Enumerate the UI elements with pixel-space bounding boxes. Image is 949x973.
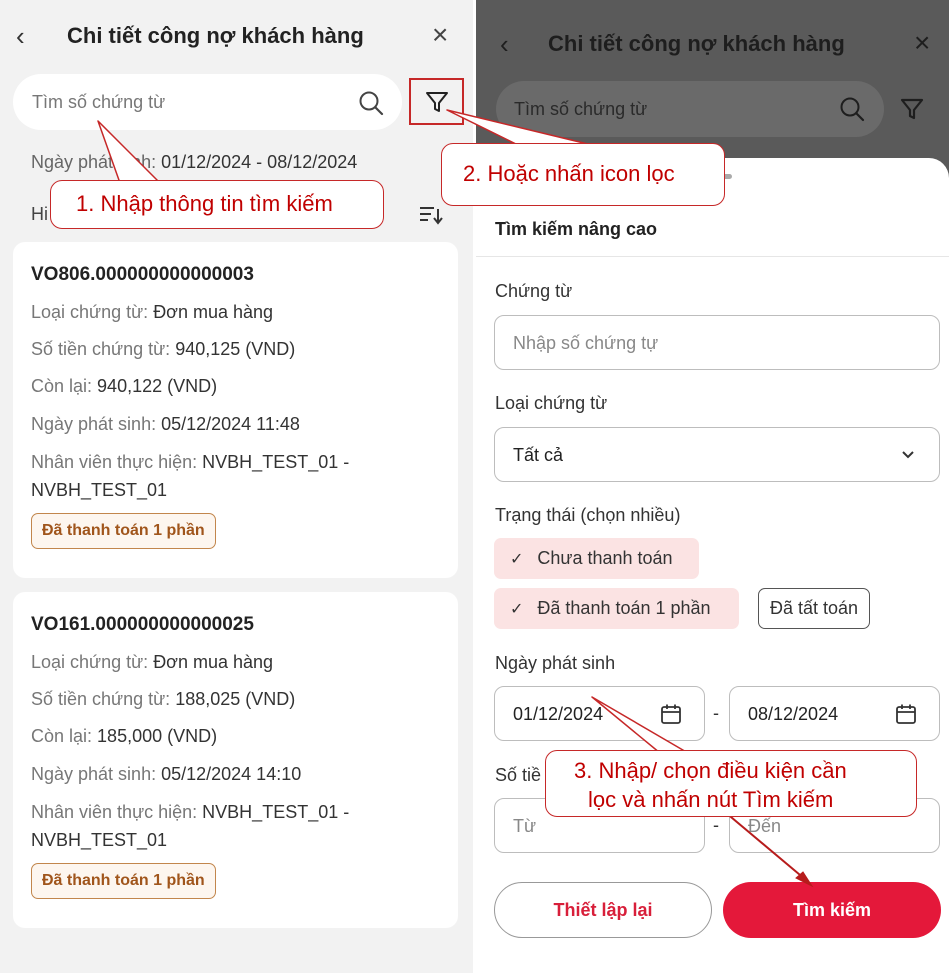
sheet-title: Tìm kiếm nâng cao xyxy=(495,219,658,239)
calendar-icon[interactable] xyxy=(895,703,917,725)
field-label: Loại chứng từ: xyxy=(31,302,149,322)
annotation-text: 2. Hoặc nhấn icon lọc xyxy=(463,161,675,186)
range-separator: - xyxy=(713,703,719,723)
amount-label: Số tiề xyxy=(495,765,542,785)
field-value: Đơn mua hàng xyxy=(153,302,274,322)
calendar-icon[interactable] xyxy=(660,703,682,725)
date-range-label: Ngày phát sinh: xyxy=(31,152,157,172)
status-chip-label: Đã thanh toán 1 phần xyxy=(537,598,711,618)
status-chip-settled[interactable]: Đã tất toán xyxy=(758,588,871,629)
field-label: Số tiền chứng từ: xyxy=(31,339,171,359)
issue-date: Ngày phát sinh: 05/12/2024 14:10 xyxy=(31,764,301,785)
field-label: Số tiền chứng từ: xyxy=(31,689,171,709)
field-label: Nhân viên thực hiện: xyxy=(31,452,198,472)
document-code: VO161.000000000000025 xyxy=(31,614,254,635)
filter-icon[interactable] xyxy=(899,96,925,122)
amount-to-placeholder: Đến xyxy=(748,816,782,836)
field-label: Ngày phát sinh: xyxy=(31,414,157,434)
search-placeholder: Tìm số chứng từ xyxy=(32,92,166,112)
field-value: 185,000 (VND) xyxy=(97,726,218,746)
field-label: Loại chứng từ: xyxy=(31,652,149,672)
remaining-amount: Còn lại: 940,122 (VND) xyxy=(31,376,217,397)
close-icon[interactable]: × xyxy=(432,20,448,50)
annotation-step-2: 2. Hoặc nhấn icon lọc xyxy=(441,143,725,206)
close-icon[interactable]: × xyxy=(914,28,930,58)
field-value: 940,122 (VND) xyxy=(97,376,218,396)
issue-date: Ngày phát sinh: 05/12/2024 11:48 xyxy=(31,414,300,435)
list-item[interactable]: VO806.000000000000003 Loại chứng từ: Đơn… xyxy=(13,242,458,578)
document-number-field[interactable]: Nhập số chứng tự xyxy=(494,315,940,370)
search-placeholder: Tìm số chứng từ xyxy=(514,99,648,119)
page-title: Chi tiết công nợ khách hàng xyxy=(67,23,364,48)
status-chip-label: Chưa thanh toán xyxy=(537,548,673,568)
document-amount: Số tiền chứng từ: 188,025 (VND) xyxy=(31,689,295,710)
document-amount: Số tiền chứng từ: 940,125 (VND) xyxy=(31,339,295,360)
status-label: Trạng thái (chọn nhiều) xyxy=(495,505,681,525)
date-range-value: 01/12/2024 - 08/12/2024 xyxy=(161,152,358,172)
field-label: Nhân viên thực hiện: xyxy=(31,802,198,822)
remaining-amount: Còn lại: 185,000 (VND) xyxy=(31,726,217,747)
status-chip-partially-paid[interactable]: ✓ Đã thanh toán 1 phần xyxy=(494,588,739,629)
annotation-text: 3. Nhập/ chọn điều kiện cần xyxy=(574,758,847,783)
annotation-step-3: 3. Nhập/ chọn điều kiện cần lọc và nhấn … xyxy=(545,750,917,817)
annotation-text: 1. Nhập thông tin tìm kiếm xyxy=(76,191,333,216)
field-value: 05/12/2024 11:48 xyxy=(161,414,300,434)
back-icon[interactable]: ‹ xyxy=(16,22,38,50)
amount-from-placeholder: Từ xyxy=(513,816,537,836)
divider xyxy=(476,256,949,257)
reset-button[interactable]: Thiết lập lại xyxy=(494,882,712,938)
date-from-value: 01/12/2024 xyxy=(513,704,604,724)
search-icon[interactable] xyxy=(839,96,865,122)
search-input[interactable]: Tìm số chứng từ xyxy=(496,81,884,137)
search-input[interactable]: Tìm số chứng từ xyxy=(13,74,402,130)
staff-name-cont: NVBH_TEST_01 xyxy=(31,830,168,850)
field-value: 05/12/2024 14:10 xyxy=(161,764,302,784)
advanced-search-sheet: Tìm kiếm nâng cao Chứng từ Nhập số chứng… xyxy=(476,158,949,973)
document-type: Loại chứng từ: Đơn mua hàng xyxy=(31,652,273,673)
filter-button[interactable] xyxy=(409,78,464,125)
annotation-text: lọc và nhấn nút Tìm kiếm xyxy=(588,787,834,812)
document-type-label: Loại chứng từ xyxy=(495,393,608,413)
field-value: 940,125 (VND) xyxy=(175,339,296,359)
field-label: Còn lại: xyxy=(31,726,93,746)
date-range-summary: Ngày phát sinh: 01/12/2024 - 08/12/2024 xyxy=(31,152,357,173)
status-badge: Đã thanh toán 1 phần xyxy=(31,513,216,549)
date-to-value: 08/12/2024 xyxy=(748,704,839,724)
date-to-field[interactable]: 08/12/2024 xyxy=(729,686,940,741)
annotation-step-1: 1. Nhập thông tin tìm kiếm xyxy=(50,180,384,229)
date-from-field[interactable]: 01/12/2024 xyxy=(494,686,705,741)
list-item[interactable]: VO161.000000000000025 Loại chứng từ: Đơn… xyxy=(13,592,458,928)
search-button[interactable]: Tìm kiếm xyxy=(723,882,941,938)
staff-name-cont: NVBH_TEST_01 xyxy=(31,480,168,500)
chevron-down-icon xyxy=(902,451,914,459)
debt-detail-screen: ‹ Chi tiết công nợ khách hàng × Tìm số c… xyxy=(0,0,473,973)
field-value: 188,025 (VND) xyxy=(175,689,296,709)
document-type-value: Tất cả xyxy=(513,445,564,465)
staff-name: Nhân viên thực hiện: NVBH_TEST_01 - xyxy=(31,802,349,823)
display-label: Hi xyxy=(31,204,48,224)
issue-date-label: Ngày phát sinh xyxy=(495,653,616,673)
back-icon[interactable]: ‹ xyxy=(500,30,509,58)
field-label: Còn lại: xyxy=(31,376,93,396)
document-type: Loại chứng từ: Đơn mua hàng xyxy=(31,302,273,323)
field-value: Đơn mua hàng xyxy=(153,652,274,672)
page-title: Chi tiết công nợ khách hàng xyxy=(548,31,845,56)
sort-icon[interactable] xyxy=(419,203,443,225)
field-value: NVBH_TEST_01 - xyxy=(202,452,350,472)
staff-name: Nhân viên thực hiện: NVBH_TEST_01 - xyxy=(31,452,349,473)
document-type-select[interactable]: Tất cả xyxy=(494,427,940,482)
check-icon: ✓ xyxy=(510,551,524,568)
status-badge: Đã thanh toán 1 phần xyxy=(31,863,216,899)
range-separator: - xyxy=(713,815,719,835)
document-label: Chứng từ xyxy=(495,281,573,301)
document-code: VO806.000000000000003 xyxy=(31,264,254,285)
field-value: NVBH_TEST_01 - xyxy=(202,802,350,822)
status-chip-unpaid[interactable]: ✓ Chưa thanh toán xyxy=(494,538,699,579)
check-icon: ✓ xyxy=(510,601,524,618)
field-label: Ngày phát sinh: xyxy=(31,764,157,784)
document-number-placeholder: Nhập số chứng tự xyxy=(513,333,659,353)
search-icon[interactable] xyxy=(358,90,384,116)
filter-icon xyxy=(425,91,448,112)
